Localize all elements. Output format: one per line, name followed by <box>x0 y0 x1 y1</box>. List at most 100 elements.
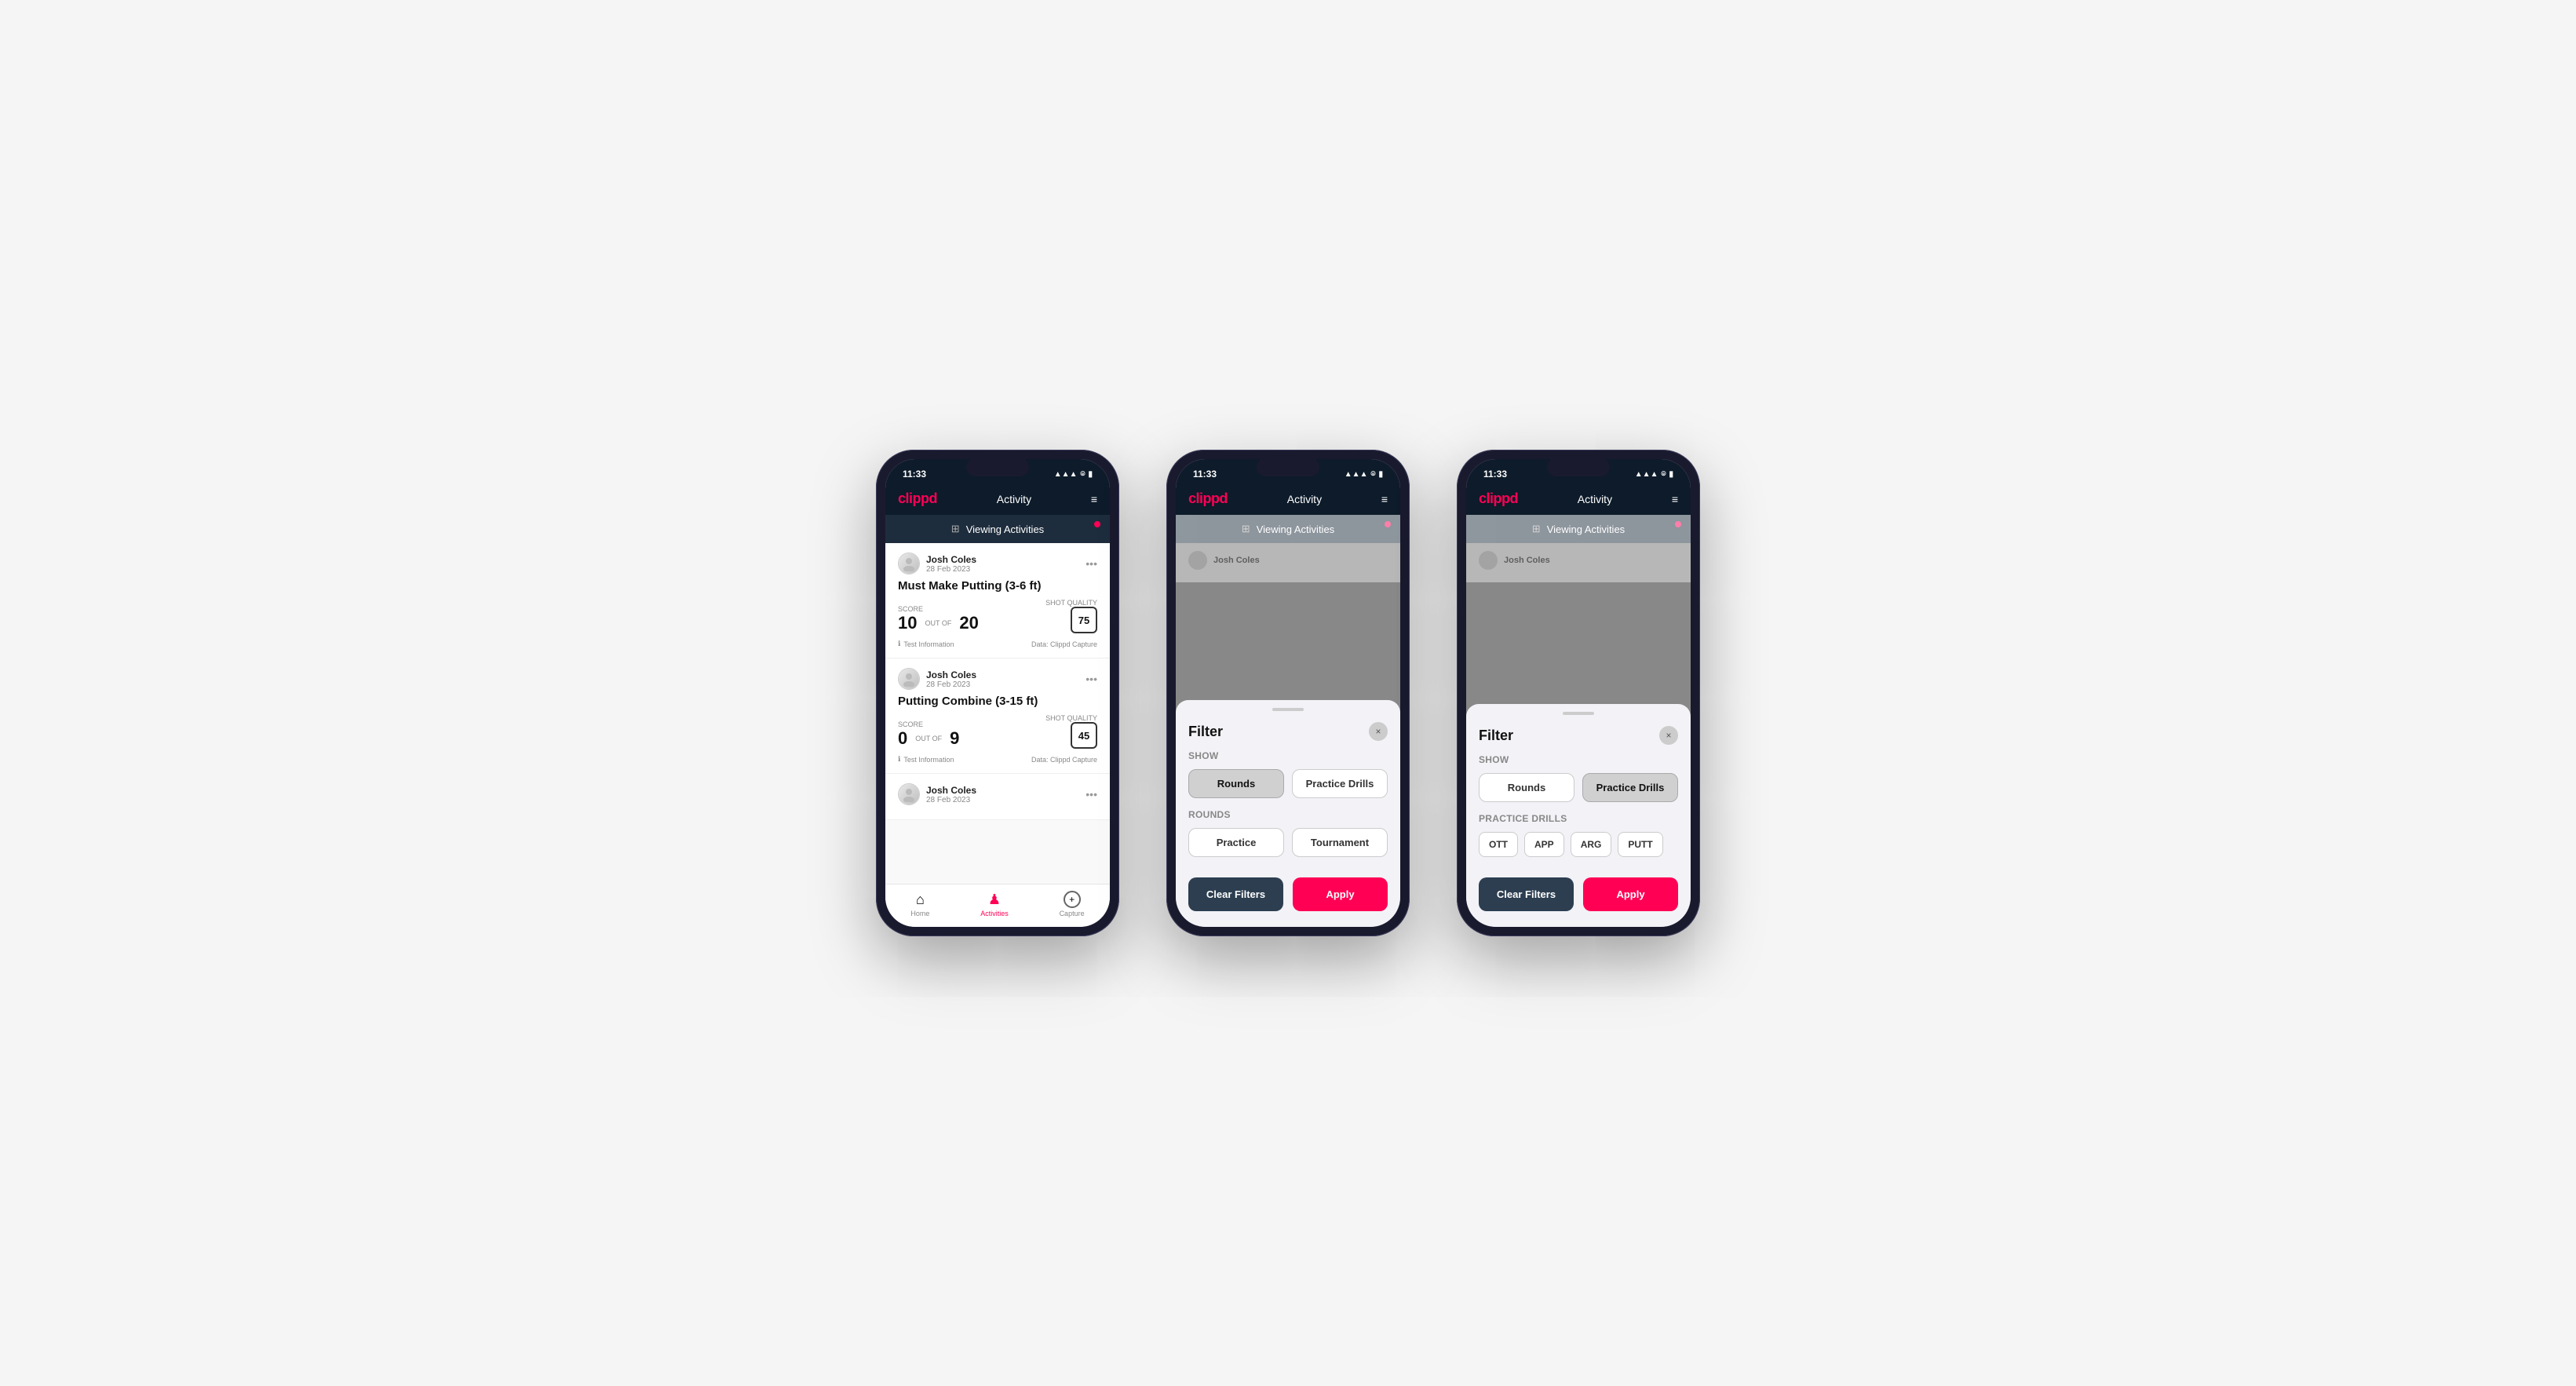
data-source-2: Data: Clippd Capture <box>1031 756 1097 764</box>
test-info-2: ℹ Test Information <box>898 755 954 764</box>
dynamic-island-2 <box>1257 458 1319 476</box>
hamburger-icon-3[interactable]: ≡ <box>1672 493 1678 505</box>
more-dots-3[interactable]: ••• <box>1085 788 1097 801</box>
activity-title-1: Must Make Putting (3-6 ft) <box>898 579 1097 593</box>
tags-row-3: OTT APP ARG PUTT <box>1479 832 1678 857</box>
stat-group-quality-2: Shot Quality 45 <box>1045 714 1097 749</box>
test-info-1: ℹ Test Information <box>898 640 954 648</box>
nav-home-1[interactable]: ⌂ Home <box>910 892 929 917</box>
modal-footer-3: Clear Filters Apply <box>1466 868 1691 911</box>
logo-3: clippd <box>1479 491 1518 507</box>
ott-btn-3[interactable]: OTT <box>1479 832 1518 857</box>
quality-label-1: Shot Quality <box>1045 599 1097 607</box>
modal-footer-2: Clear Filters Apply <box>1176 868 1400 911</box>
home-label-1: Home <box>910 910 929 917</box>
red-dot-1 <box>1094 521 1100 527</box>
user-info-2: Josh Coles 28 Feb 2023 <box>898 668 976 690</box>
status-time-3: 11:33 <box>1483 469 1507 480</box>
tournament-btn-2[interactable]: Tournament <box>1292 828 1388 857</box>
filter-icon-3: ⊞ <box>1532 523 1541 535</box>
phone-3-screen: 11:33 ▲▲▲ ⌾ ▮ clippd Activity ≡ ⊞ Viewin… <box>1466 459 1691 927</box>
practice-drills-btn-3[interactable]: Practice Drills <box>1582 773 1678 802</box>
apply-btn-3[interactable]: Apply <box>1583 877 1678 911</box>
clear-filters-btn-3[interactable]: Clear Filters <box>1479 877 1574 911</box>
shots-value-2: 9 <box>950 728 959 749</box>
header-title-3: Activity <box>1578 493 1612 505</box>
stat-group-score-2: Score 0 OUT OF 9 <box>898 720 959 749</box>
app-header-3: clippd Activity ≡ <box>1466 484 1691 515</box>
card-footer-1: ℹ Test Information Data: Clippd Capture <box>898 640 1097 648</box>
filter-modal-3: Filter × Show Rounds Practice Drills <box>1466 543 1691 927</box>
battery-icon-1: ▮ <box>1088 470 1093 479</box>
modal-close-2[interactable]: × <box>1369 722 1388 741</box>
apply-btn-2[interactable]: Apply <box>1293 877 1388 911</box>
score-value-2: 0 <box>898 728 907 749</box>
nav-activities-1[interactable]: ♟ Activities <box>980 892 1009 917</box>
modal-header-3: Filter × <box>1466 726 1691 754</box>
rounds-section-2: Rounds Practice Tournament <box>1176 809 1400 868</box>
hamburger-icon-2[interactable]: ≡ <box>1381 493 1388 505</box>
out-of-1: OUT OF <box>925 619 951 627</box>
app-header-1: clippd Activity ≡ <box>885 484 1110 515</box>
score-value-1: 10 <box>898 613 917 633</box>
avatar-2 <box>898 668 920 690</box>
practice-round-btn-2[interactable]: Practice <box>1188 828 1284 857</box>
modal-header-2: Filter × <box>1176 722 1400 750</box>
more-dots-2[interactable]: ••• <box>1085 673 1097 685</box>
avatar-inner-3 <box>899 784 919 804</box>
drills-section-label-3: Practice Drills <box>1479 813 1678 824</box>
out-of-2: OUT OF <box>915 735 942 742</box>
activity-card-3: Josh Coles 28 Feb 2023 ••• <box>885 774 1110 820</box>
user-date-2: 28 Feb 2023 <box>926 680 976 689</box>
home-icon-1: ⌂ <box>916 892 925 908</box>
app-btn-3[interactable]: APP <box>1524 832 1564 857</box>
putt-btn-3[interactable]: PUTT <box>1618 832 1662 857</box>
rounds-section-label-2: Rounds <box>1188 809 1388 820</box>
capture-icon-1: + <box>1064 891 1081 908</box>
phones-container: 11:33 ▲▲▲ ⌾ ▮ clippd Activity ≡ ⊞ Viewin… <box>876 450 1700 936</box>
user-date-1: 28 Feb 2023 <box>926 565 976 574</box>
signal-icon-3: ▲▲▲ <box>1635 470 1658 479</box>
avatar-inner-1 <box>899 553 919 574</box>
practice-drills-btn-2[interactable]: Practice Drills <box>1292 769 1388 798</box>
more-dots-1[interactable]: ••• <box>1085 557 1097 570</box>
avatar-3 <box>898 783 920 805</box>
activity-card-2: Josh Coles 28 Feb 2023 ••• Putting Combi… <box>885 658 1110 774</box>
status-time-1: 11:33 <box>903 469 926 480</box>
hamburger-icon-1[interactable]: ≡ <box>1091 493 1097 505</box>
card-header-2: Josh Coles 28 Feb 2023 ••• <box>898 668 1097 690</box>
bottom-nav-1: ⌂ Home ♟ Activities + Capture <box>885 884 1110 927</box>
clear-filters-btn-2[interactable]: Clear Filters <box>1188 877 1283 911</box>
red-dot-3 <box>1675 521 1681 527</box>
phone-2: 11:33 ▲▲▲ ⌾ ▮ clippd Activity ≡ ⊞ Viewin… <box>1166 450 1410 936</box>
dynamic-island-3 <box>1547 458 1610 476</box>
viewing-bar-1[interactable]: ⊞ Viewing Activities <box>885 515 1110 543</box>
activities-label-1: Activities <box>980 910 1009 917</box>
modal-title-3: Filter <box>1479 728 1513 744</box>
modal-close-3[interactable]: × <box>1659 726 1678 745</box>
nav-capture-1[interactable]: + Capture <box>1060 891 1085 917</box>
status-icons-3: ▲▲▲ ⌾ ▮ <box>1635 470 1673 479</box>
rounds-btn-2[interactable]: Rounds <box>1188 769 1284 798</box>
card-header-1: Josh Coles 28 Feb 2023 ••• <box>898 553 1097 574</box>
card-footer-2: ℹ Test Information Data: Clippd Capture <box>898 755 1097 764</box>
activities-icon-1: ♟ <box>988 892 1001 908</box>
stat-group-score-1: Score 10 OUT OF 20 <box>898 605 979 633</box>
filter-modal-2: Filter × Show Rounds Practice Drills <box>1176 543 1400 927</box>
screen-content-1: Josh Coles 28 Feb 2023 ••• Must Make Put… <box>885 543 1110 884</box>
card-header-3: Josh Coles 28 Feb 2023 ••• <box>898 783 1097 805</box>
rounds-btn-3[interactable]: Rounds <box>1479 773 1574 802</box>
filter-icon-2: ⊞ <box>1242 523 1250 535</box>
show-label-2: Show <box>1188 750 1388 761</box>
user-name-2: Josh Coles <box>926 669 976 680</box>
quality-label-2: Shot Quality <box>1045 714 1097 722</box>
activity-card-1: Josh Coles 28 Feb 2023 ••• Must Make Put… <box>885 543 1110 658</box>
arg-btn-3[interactable]: ARG <box>1571 832 1612 857</box>
viewing-bar-3: ⊞ Viewing Activities <box>1466 515 1691 543</box>
user-info-1: Josh Coles 28 Feb 2023 <box>898 553 976 574</box>
viewing-bar-text-2: Viewing Activities <box>1257 523 1334 535</box>
viewing-bar-text-1: Viewing Activities <box>966 523 1044 535</box>
modal-sheet-2: Filter × Show Rounds Practice Drills <box>1176 700 1400 927</box>
stats-section-1: Score 10 OUT OF 20 Shot Quality 75 <box>898 599 1097 633</box>
show-buttons-2: Rounds Practice Drills <box>1188 769 1388 798</box>
